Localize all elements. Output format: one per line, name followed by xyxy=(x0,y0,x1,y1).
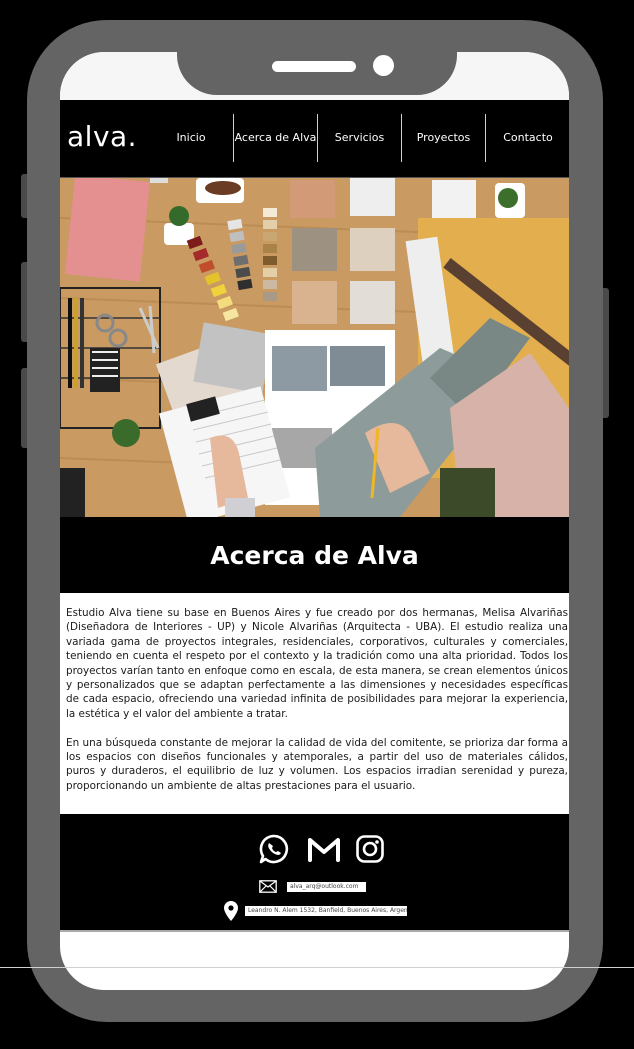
phone-notch xyxy=(177,20,457,95)
phone-screen: alva. Inicio Acerca de Alva Servicios Pr… xyxy=(60,52,569,990)
about-paragraph-1: Estudio Alva tiene su base en Buenos Air… xyxy=(66,607,568,720)
email-field[interactable]: alva_arq@outlook.com xyxy=(287,882,366,892)
site-logo[interactable]: alva. xyxy=(67,120,137,153)
about-paragraph-2: En una búsqueda constante de mejorar la … xyxy=(66,736,568,792)
hero-image xyxy=(60,178,569,517)
envelope-icon xyxy=(259,880,277,898)
whatsapp-icon[interactable] xyxy=(259,834,289,869)
speaker-grille xyxy=(272,61,356,72)
instagram-icon[interactable] xyxy=(355,834,385,869)
nav-acerca[interactable]: Acerca de Alva xyxy=(234,114,317,162)
front-camera xyxy=(373,55,394,76)
hero-illustration xyxy=(60,178,569,517)
main-nav: Inicio Acerca de Alva Servicios Proyecto… xyxy=(149,114,569,162)
background-line xyxy=(0,967,634,968)
gmail-icon[interactable] xyxy=(307,834,341,869)
logo-dot: . xyxy=(127,120,138,153)
site-footer: alva_arq@outlook.com Leandro N. Alem 153… xyxy=(60,814,569,930)
site-header: alva. Inicio Acerca de Alva Servicios Pr… xyxy=(60,100,569,178)
about-heading: Acerca de Alva xyxy=(60,517,569,593)
location-pin-icon xyxy=(224,901,238,926)
nav-proyectos[interactable]: Proyectos xyxy=(402,114,485,162)
footer-divider xyxy=(60,930,569,932)
nav-contacto[interactable]: Contacto xyxy=(486,114,569,162)
about-text: Estudio Alva tiene su base en Buenos Air… xyxy=(66,606,568,808)
power-button xyxy=(602,288,609,418)
nav-servicios[interactable]: Servicios xyxy=(318,114,401,162)
address-field[interactable]: Leandro N. Alem 1532, Banfield, Buenos A… xyxy=(245,906,407,916)
nav-inicio[interactable]: Inicio xyxy=(149,114,233,162)
logo-text: alva xyxy=(67,120,128,153)
